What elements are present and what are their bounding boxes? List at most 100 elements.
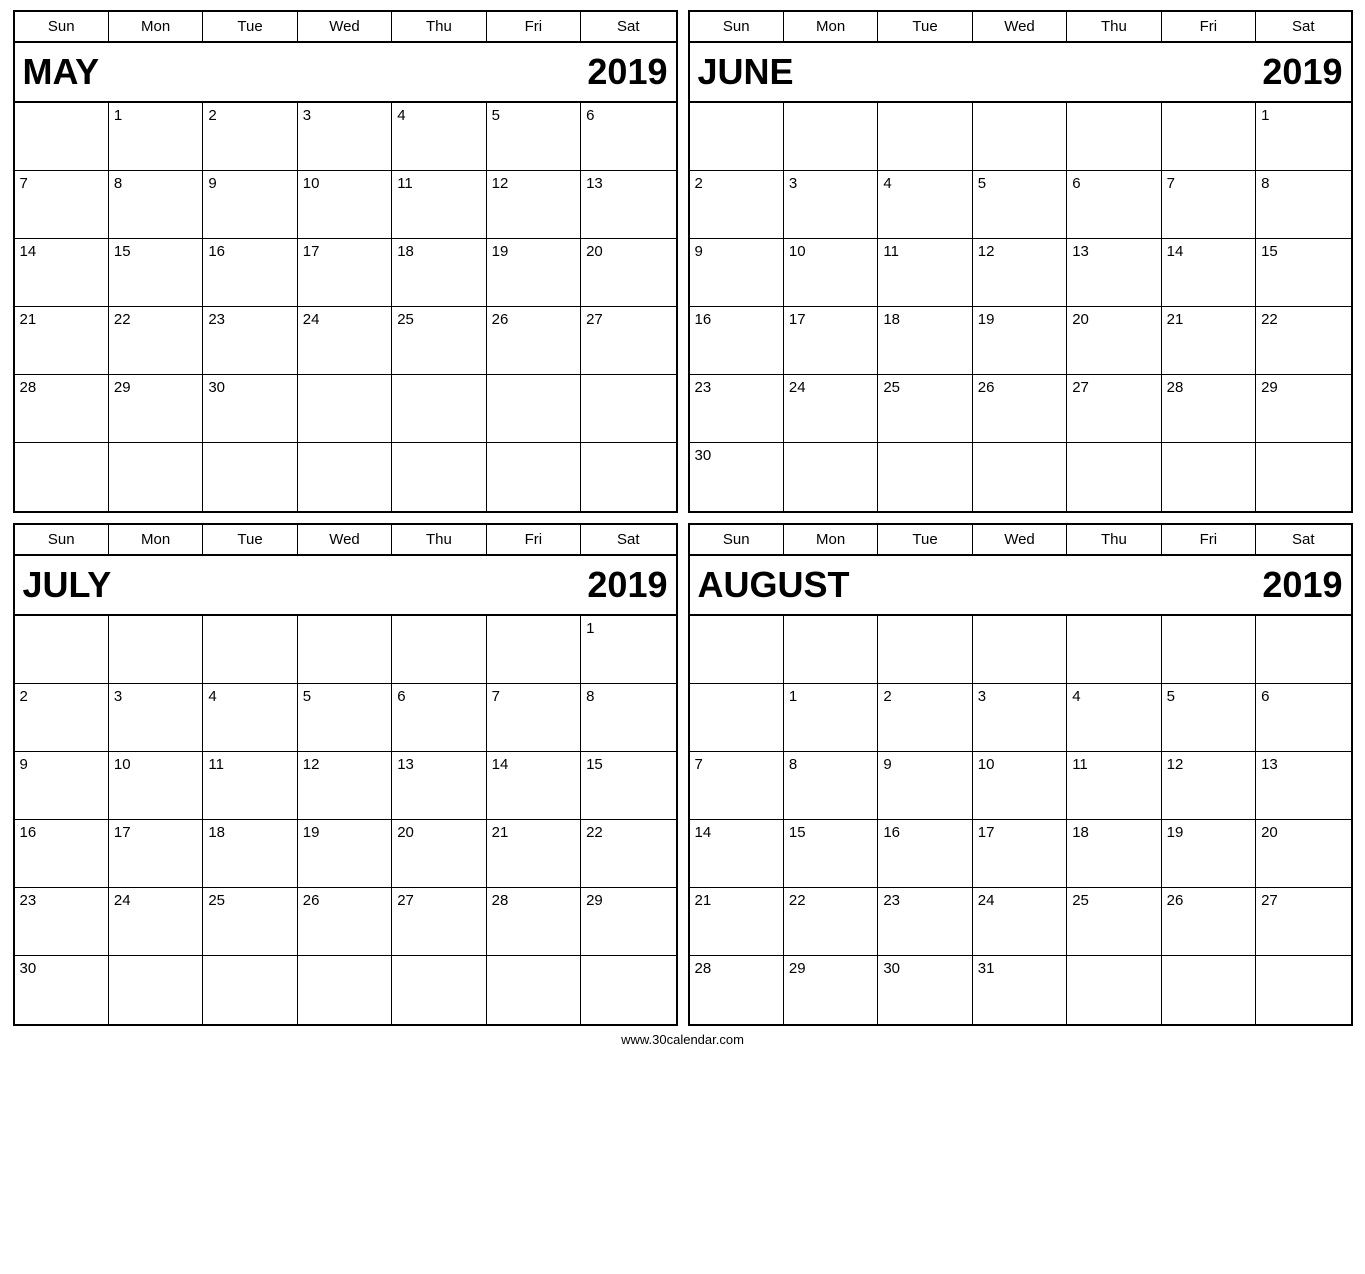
day-headers: SunMonTueWedThuFriSat [15,525,676,556]
calendar-cell: 19 [973,307,1067,375]
calendar-grid: 1234567891011121314151617181920212223242… [15,103,676,511]
calendar-cell: 27 [1256,888,1350,956]
day-header-tue: Tue [878,525,972,554]
calendar-cell: 24 [784,375,878,443]
month-year: 2019 [587,564,667,606]
day-header-sun: Sun [690,12,784,41]
calendar-cell: 24 [109,888,203,956]
day-header-sat: Sat [1256,525,1350,554]
calendar-cell: 14 [690,820,784,888]
calendar-cell: 18 [878,307,972,375]
calendar-cell: 6 [1067,171,1161,239]
calendar-cell: 12 [298,752,392,820]
day-header-mon: Mon [784,12,878,41]
calendar-cell: 21 [487,820,581,888]
calendar-cell: 26 [1162,888,1256,956]
day-header-sun: Sun [15,525,109,554]
calendar-cell: 23 [203,307,297,375]
day-header-wed: Wed [298,12,392,41]
calendar-cell: 20 [1067,307,1161,375]
calendar-cell [1256,443,1350,511]
day-header-thu: Thu [1067,525,1161,554]
calendar-cell [487,616,581,684]
calendar-cell [1256,956,1350,1024]
calendar-cell: 19 [298,820,392,888]
calendar-august-2019: SunMonTueWedThuFriSatAUGUST2019123456789… [688,523,1353,1026]
calendar-cell: 11 [392,171,486,239]
calendar-cell [392,443,486,511]
calendar-cell: 13 [392,752,486,820]
calendar-cell: 20 [1256,820,1350,888]
calendar-cell: 11 [1067,752,1161,820]
calendar-cell: 8 [1256,171,1350,239]
calendar-cell [878,443,972,511]
calendar-cell: 23 [15,888,109,956]
calendar-cell: 16 [690,307,784,375]
calendar-cell: 13 [581,171,675,239]
calendar-cell: 15 [1256,239,1350,307]
calendar-june-2019: SunMonTueWedThuFriSatJUNE201912345678910… [688,10,1353,513]
calendar-cell: 5 [487,103,581,171]
month-year: 2019 [587,51,667,93]
calendar-cell: 4 [203,684,297,752]
calendar-cell: 11 [203,752,297,820]
calendar-cell: 10 [109,752,203,820]
day-header-fri: Fri [487,12,581,41]
calendar-cell: 26 [487,307,581,375]
calendar-grid: 1234567891011121314151617181920212223242… [690,103,1351,511]
calendar-cell: 2 [15,684,109,752]
calendar-cell [784,443,878,511]
calendar-cell: 8 [784,752,878,820]
calendar-cell: 14 [1162,239,1256,307]
calendar-cell: 21 [690,888,784,956]
calendar-cell [15,616,109,684]
calendar-cell: 12 [487,171,581,239]
day-header-sun: Sun [15,12,109,41]
calendar-cell [1162,616,1256,684]
calendar-cell [487,443,581,511]
calendar-cell: 2 [203,103,297,171]
calendar-cell: 17 [973,820,1067,888]
calendar-cell: 15 [109,239,203,307]
calendar-cell: 29 [784,956,878,1024]
calendar-cell: 22 [1256,307,1350,375]
calendar-cell: 10 [973,752,1067,820]
calendar-cell: 13 [1256,752,1350,820]
calendar-may-2019: SunMonTueWedThuFriSatMAY2019123456789101… [13,10,678,513]
calendar-cell [1162,443,1256,511]
month-name: MAY [23,51,100,93]
calendar-cell: 14 [15,239,109,307]
calendar-cell [878,616,972,684]
day-header-sat: Sat [581,525,675,554]
month-title-row: JULY2019 [15,556,676,616]
calendar-cell: 9 [878,752,972,820]
calendar-cell [109,956,203,1024]
calendar-cell [690,103,784,171]
calendar-cell: 29 [581,888,675,956]
calendar-cell: 16 [878,820,972,888]
calendar-cell [392,375,486,443]
calendar-cell: 29 [1256,375,1350,443]
calendar-cell: 4 [392,103,486,171]
calendar-cell [1067,443,1161,511]
calendar-cell: 27 [1067,375,1161,443]
calendar-cell: 1 [784,684,878,752]
calendar-cell: 7 [690,752,784,820]
calendar-cell: 8 [581,684,675,752]
calendar-cell: 28 [1162,375,1256,443]
calendar-cell [973,443,1067,511]
calendar-cell: 23 [690,375,784,443]
day-header-thu: Thu [392,12,486,41]
day-header-sun: Sun [690,525,784,554]
day-header-wed: Wed [298,525,392,554]
calendar-cell: 4 [1067,684,1161,752]
calendar-grid: 1234567891011121314151617181920212223242… [690,616,1351,1024]
calendar-cell: 19 [487,239,581,307]
calendar-cell: 28 [487,888,581,956]
calendar-cell [1256,616,1350,684]
calendar-cell [1067,616,1161,684]
calendar-cell: 17 [109,820,203,888]
calendar-cell: 18 [203,820,297,888]
calendar-cell: 26 [298,888,392,956]
footer-text: www.30calendar.com [621,1032,744,1051]
